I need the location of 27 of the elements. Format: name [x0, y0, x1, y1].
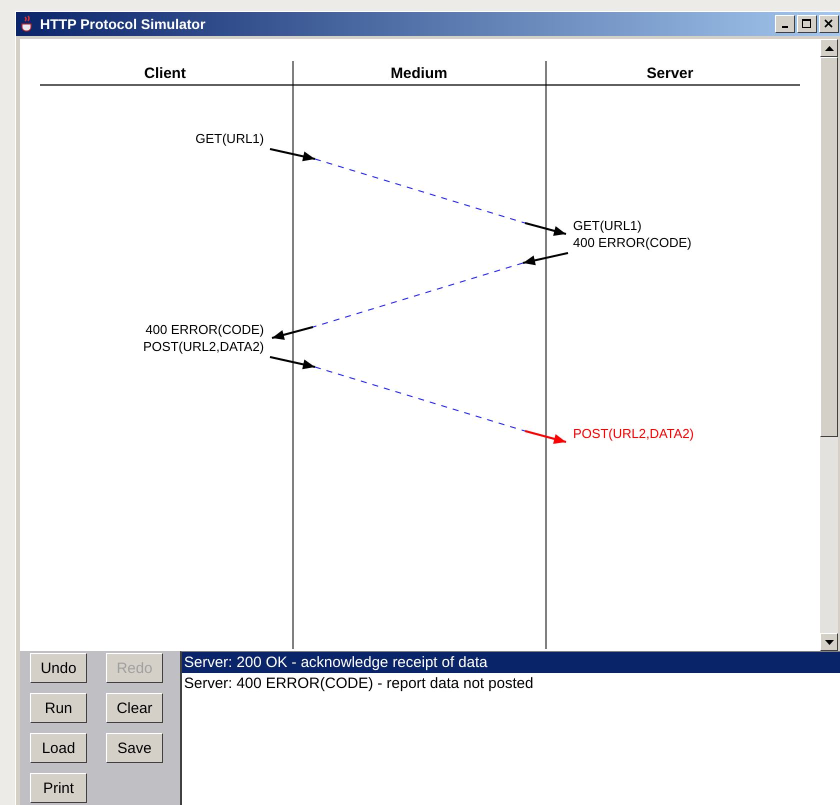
action-button[interactable]: Print [30, 773, 87, 803]
action-button[interactable]: Run [30, 693, 87, 723]
minimize-icon [782, 26, 788, 28]
message-label: GET(URL1) [573, 218, 642, 233]
action-button[interactable]: Clear [106, 693, 163, 723]
down-arrow-icon [824, 640, 834, 644]
window-title: HTTP Protocol Simulator [40, 16, 206, 32]
minimize-button[interactable] [775, 15, 795, 33]
column-header: Server [646, 65, 694, 82]
message-label: POST(URL2,DATA2) [143, 339, 264, 354]
close-icon [824, 19, 834, 29]
action-button[interactable]: Load [30, 733, 87, 763]
log-item[interactable]: Server: 200 OK - acknowledge receipt of data [182, 652, 840, 673]
action-button[interactable]: Save [106, 733, 163, 763]
message-label: 400 ERROR(CODE) [146, 322, 264, 337]
log-item[interactable]: Server: 400 ERROR(CODE) - report data not posted [182, 673, 840, 694]
message-label: POST(URL2,DATA2) [573, 426, 694, 441]
up-arrow-icon [824, 46, 834, 50]
action-button[interactable]: Undo [30, 653, 87, 683]
column-header: Medium [390, 65, 448, 82]
column-header: Client [144, 65, 186, 82]
maximize-icon [802, 19, 812, 29]
vertical-scrollbar[interactable] [820, 39, 838, 651]
message-label: GET(URL1) [195, 131, 264, 146]
close-button[interactable] [819, 15, 839, 33]
maximize-button[interactable] [797, 15, 817, 33]
message-label: 400 ERROR(CODE) [573, 235, 692, 250]
